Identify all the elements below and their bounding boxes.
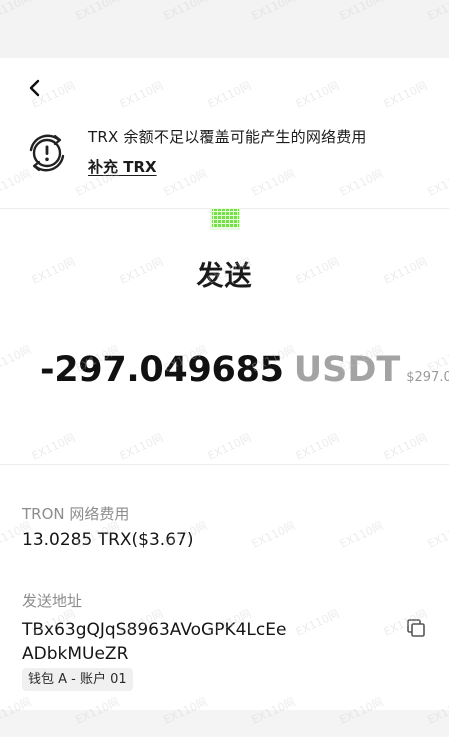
send-amount: -297.049685 USDT $297.06 bbox=[40, 350, 449, 390]
wallet-account-tag: 钱包 A - 账户 01 bbox=[22, 668, 133, 691]
fee-label: TRON 网络费用 bbox=[22, 505, 130, 523]
amount-unit: USDT bbox=[293, 350, 401, 390]
address-label: 发送地址 bbox=[22, 592, 83, 610]
top-up-trx-link[interactable]: 补充 TRX bbox=[88, 156, 157, 177]
address-line-2: ADbkMUeZR bbox=[22, 644, 129, 664]
status-bar-area bbox=[0, 0, 449, 58]
address-line-1: TBx63gQJqS8963AVoGPK4LcEe bbox=[22, 620, 287, 640]
amount-value: -297.049685 bbox=[40, 350, 284, 390]
warning-message: TRX 余额不足以覆盖可能产生的网络费用 bbox=[88, 128, 367, 146]
fee-value: 13.0285 TRX($3.67) bbox=[22, 530, 194, 550]
sender-address: TBx63gQJqS8963AVoGPK4LcEe ADbkMUeZR bbox=[22, 618, 332, 666]
back-button[interactable] bbox=[24, 76, 46, 100]
trx-insufficient-warning: TRX 余额不足以覆盖可能产生的网络费用 补充 TRX bbox=[0, 112, 449, 208]
copy-address-button[interactable] bbox=[405, 618, 427, 640]
refresh-alert-icon bbox=[29, 134, 65, 172]
grid-icon bbox=[210, 208, 240, 230]
divider bbox=[0, 464, 449, 465]
page-title: 发送 bbox=[196, 261, 253, 292]
amount-fiat: $297.06 bbox=[406, 370, 449, 385]
chevron-left-icon bbox=[29, 79, 40, 97]
copy-icon bbox=[407, 619, 425, 637]
